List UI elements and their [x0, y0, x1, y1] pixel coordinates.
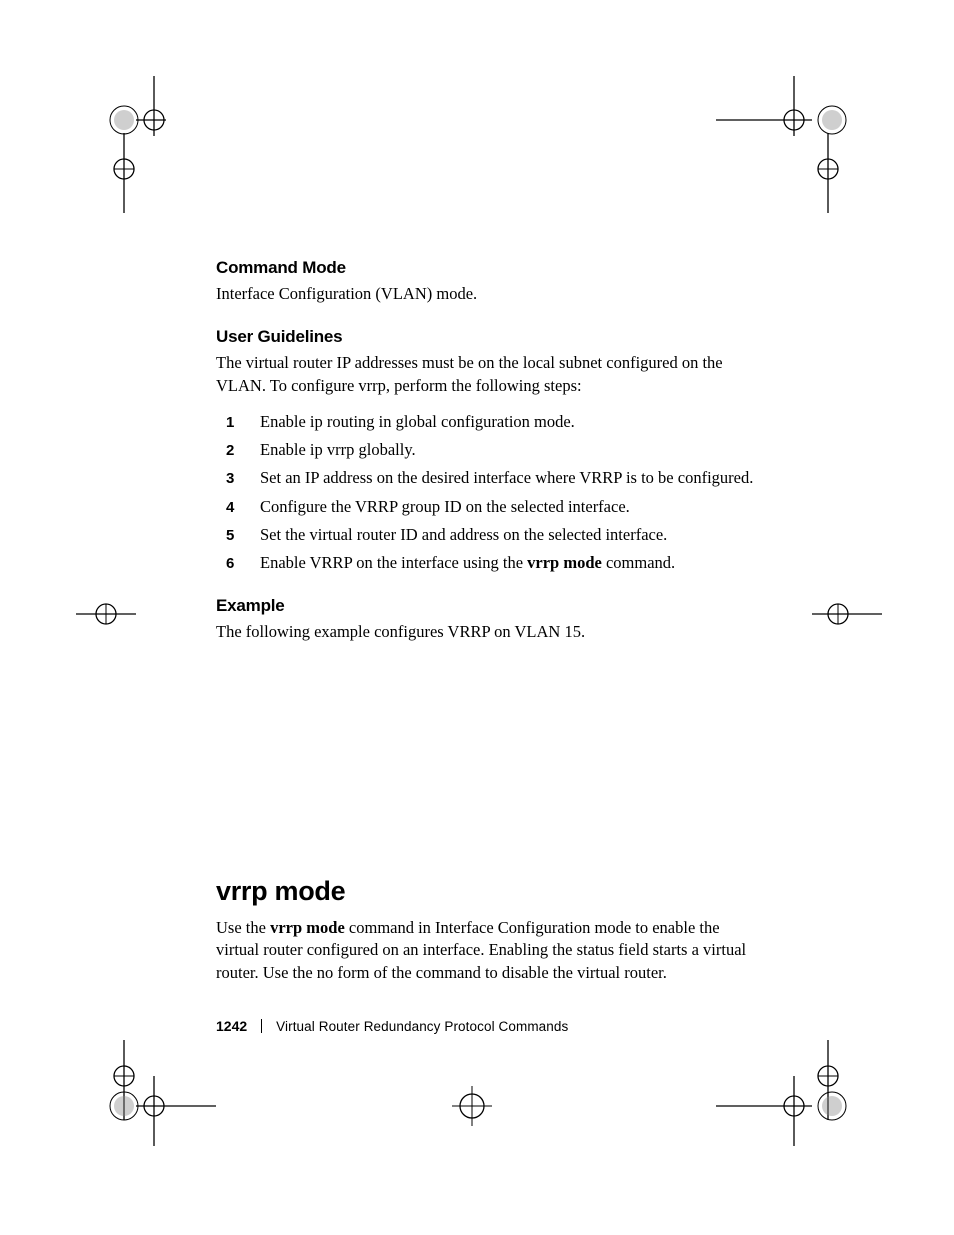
- steps-list: 1 Enable ip routing in global configurat…: [216, 411, 756, 575]
- step-number: 3: [216, 469, 260, 489]
- step-text-post: command.: [602, 553, 675, 572]
- heading-command-mode: Command Mode: [216, 258, 756, 278]
- step-text: Set the virtual router ID and address on…: [260, 524, 756, 546]
- step-text: Enable ip routing in global configuratio…: [260, 411, 756, 433]
- page-number: 1242: [216, 1018, 247, 1034]
- step-text: Set an IP address on the desired interfa…: [260, 467, 756, 489]
- crop-mark-icon: [76, 584, 156, 664]
- step-text-bold: vrrp mode: [527, 553, 602, 572]
- step-text: Enable ip vrrp globally.: [260, 439, 756, 461]
- text-example: The following example configures VRRP on…: [216, 621, 756, 643]
- text-command-mode: Interface Configuration (VLAN) mode.: [216, 283, 756, 305]
- step-item: 2 Enable ip vrrp globally.: [216, 439, 756, 461]
- step-item: 3 Set an IP address on the desired inter…: [216, 467, 756, 489]
- crop-mark-icon: [716, 76, 886, 136]
- step-number: 1: [216, 413, 260, 433]
- step-text: Configure the VRRP group ID on the selec…: [260, 496, 756, 518]
- heading-example: Example: [216, 596, 756, 616]
- step-item: 4 Configure the VRRP group ID on the sel…: [216, 496, 756, 518]
- crop-mark-icon: [716, 1076, 886, 1156]
- step-number: 6: [216, 554, 260, 574]
- vrrp-text-pre: Use the: [216, 918, 270, 937]
- text-vrrp-mode: Use the vrrp mode command in Interface C…: [216, 917, 756, 984]
- crop-mark-icon: [792, 133, 872, 213]
- crop-mark-icon: [76, 1076, 216, 1156]
- crop-mark-icon: [792, 584, 882, 664]
- step-number: 5: [216, 526, 260, 546]
- heading-vrrp-mode: vrrp mode: [216, 876, 756, 907]
- step-number: 2: [216, 441, 260, 461]
- text-user-guidelines-intro: The virtual router IP addresses must be …: [216, 352, 756, 397]
- step-text-pre: Enable VRRP on the interface using the: [260, 553, 527, 572]
- vrrp-text-bold: vrrp mode: [270, 918, 345, 937]
- footer-divider-icon: [261, 1019, 262, 1033]
- crop-mark-icon: [76, 76, 166, 136]
- step-number: 4: [216, 498, 260, 518]
- crop-mark-icon: [76, 133, 156, 213]
- step-text: Enable VRRP on the interface using the v…: [260, 552, 756, 574]
- page-footer: 1242 Virtual Router Redundancy Protocol …: [216, 1018, 756, 1034]
- step-item: 1 Enable ip routing in global configurat…: [216, 411, 756, 433]
- heading-user-guidelines: User Guidelines: [216, 327, 756, 347]
- footer-section-title: Virtual Router Redundancy Protocol Comma…: [276, 1019, 568, 1034]
- step-item: 6 Enable VRRP on the interface using the…: [216, 552, 756, 574]
- crop-mark-icon: [432, 1076, 512, 1156]
- step-item: 5 Set the virtual router ID and address …: [216, 524, 756, 546]
